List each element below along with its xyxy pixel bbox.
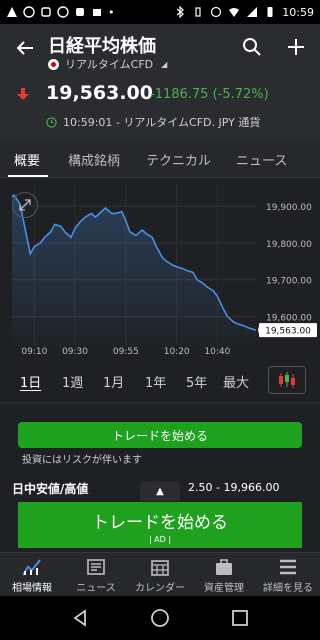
vibrate-icon	[195, 7, 201, 17]
period-1y[interactable]: 1年	[145, 372, 166, 391]
cell-signal-icon	[247, 7, 258, 17]
ad-title: トレードを始める	[92, 513, 228, 533]
ad-tag: | AD |	[148, 535, 172, 544]
tab-components[interactable]: 構成銘柄	[68, 150, 120, 169]
status-bar: • 10:59	[0, 0, 320, 24]
calendar-icon	[151, 560, 169, 576]
back-arrow-icon[interactable]	[14, 37, 36, 59]
x-tick-label: 10:40	[204, 347, 230, 357]
period-1m[interactable]: 1月	[103, 372, 124, 391]
system-home-icon[interactable]	[150, 608, 170, 628]
nav-markets[interactable]: 相場情報	[0, 553, 64, 597]
nav-portfolio[interactable]: 資産管理	[192, 553, 256, 597]
candlestick-icon	[279, 372, 295, 388]
candlestick-toggle-button[interactable]	[268, 366, 306, 394]
nav-markets-label: 相場情報	[12, 583, 52, 594]
page-title: 日経平均株価	[48, 36, 156, 57]
battery-icon	[267, 7, 273, 17]
price-summary: 19,563.00 -1186.75 (-5.72%) 10:59:01 - リ…	[0, 76, 320, 140]
app-notification-icon	[57, 6, 69, 18]
dropdown-caret-icon: ◢	[161, 59, 168, 69]
period-selector: 1日 1週 1月 1年 5年 最大	[0, 364, 320, 398]
x-tick-label: 10:20	[164, 347, 190, 357]
tab-bar: 概要 構成銘柄 テクニカル ニュース	[0, 140, 320, 178]
nav-more[interactable]: 詳細を見る	[256, 553, 320, 597]
y-tick-label: 19,700.00	[266, 277, 312, 287]
nav-news[interactable]: ニュース	[64, 553, 128, 597]
y-tick-label: 19,600.00	[266, 314, 312, 324]
markets-icon	[22, 559, 41, 576]
wifi-icon	[229, 8, 240, 17]
y-tick-label: 19,800.00	[266, 240, 312, 250]
japan-flag-icon	[48, 58, 59, 70]
expand-icon[interactable]	[12, 192, 38, 218]
nav-portfolio-label: 資産管理	[204, 583, 244, 594]
price-timestamp-row: 10:59:01 - リアルタイムCFD. JPY 通貨	[46, 114, 260, 130]
section-divider	[0, 402, 320, 403]
start-trading-button[interactable]: トレードを始める	[18, 422, 302, 448]
x-tick-label: 09:55	[113, 347, 139, 357]
system-recents-icon[interactable]	[230, 608, 250, 628]
notification-icon	[23, 6, 35, 18]
nav-calendar-label: カレンダー	[135, 583, 185, 594]
active-tab-indicator	[8, 175, 48, 177]
alarm-icon	[211, 6, 222, 18]
system-navigation-bar	[0, 596, 320, 640]
tab-news[interactable]: ニュース	[236, 150, 287, 169]
nav-calendar[interactable]: カレンダー	[128, 553, 192, 597]
price-timestamp: 10:59:01 - リアルタイムCFD. JPY 通貨	[63, 116, 261, 129]
series-area	[12, 195, 256, 346]
bluetooth-icon	[176, 6, 185, 18]
x-tick-label: 09:10	[21, 347, 47, 357]
warning-icon	[7, 7, 17, 17]
instrument-type: リアルタイムCFD	[65, 58, 154, 71]
status-time: 10:59	[282, 5, 314, 19]
last-value-pointer	[258, 326, 259, 335]
tab-technical[interactable]: テクニカル	[146, 150, 211, 169]
period-5y[interactable]: 5年	[186, 372, 207, 391]
chevron-up-icon[interactable]: ▲	[140, 481, 180, 501]
app-bar: 日経平均株価 リアルタイムCFD ◢	[0, 24, 320, 76]
last-value-label: 19,563.00	[265, 327, 311, 337]
shop-icon	[93, 9, 101, 16]
android-icon	[76, 8, 84, 16]
last-price: 19,563.00	[46, 82, 153, 104]
x-tick-label: 09:30	[62, 347, 88, 357]
clock-icon	[46, 116, 57, 128]
period-1w[interactable]: 1週	[62, 372, 83, 391]
ad-banner[interactable]: トレードを始める | AD |	[18, 502, 302, 548]
menu-icon	[280, 559, 296, 575]
y-tick-label: 19,900.00	[266, 203, 312, 213]
system-back-icon[interactable]	[70, 608, 90, 628]
price-change: -1186.75 (-5.72%)	[150, 87, 269, 102]
nav-more-label: 詳細を見る	[263, 583, 313, 594]
search-icon[interactable]	[241, 36, 263, 58]
add-icon[interactable]	[285, 36, 307, 58]
day-range-label: 日中安値/高値	[12, 482, 89, 496]
chart-canvas: 19,900.00 19,800.00 19,700.00 19,600.00 09:1…	[11, 184, 317, 357]
briefcase-icon	[216, 559, 232, 575]
news-icon	[87, 559, 105, 575]
risk-disclaimer: 投資にはリスクが伴います	[22, 455, 142, 466]
down-arrow-icon	[17, 88, 29, 100]
more-notifications-icon: •	[108, 5, 115, 19]
nav-news-label: ニュース	[76, 583, 116, 594]
tab-overview[interactable]: 概要	[14, 150, 40, 169]
price-chart[interactable]: 19,900.00 19,800.00 19,700.00 19,600.00 09:1…	[0, 178, 320, 358]
bus-icon	[41, 7, 51, 17]
instrument-selector[interactable]: リアルタイムCFD ◢	[48, 56, 167, 72]
bottom-navigation: 相場情報 ニュース カレンダー 資産管理 詳細を見る	[0, 552, 320, 596]
period-max[interactable]: 最大	[223, 372, 249, 391]
day-range-value: 2.50 - 19,966.00	[188, 481, 280, 494]
period-1d[interactable]: 1日	[20, 372, 41, 391]
